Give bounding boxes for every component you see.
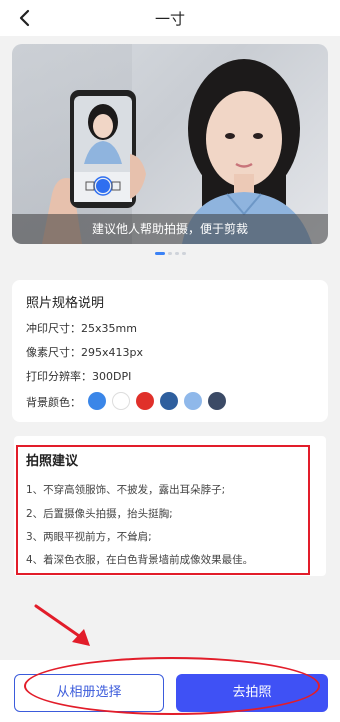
carousel-dot[interactable] <box>154 252 165 255</box>
carousel-dot[interactable] <box>167 252 172 255</box>
bg-color-swatch[interactable] <box>112 392 130 410</box>
banner-caption: 建议他人帮助拍摄，便于剪裁 <box>12 214 328 244</box>
carousel-indicator <box>0 252 340 258</box>
carousel-dot[interactable] <box>181 252 186 255</box>
tip-item: 1、不穿高领服饰、不披发，露出耳朵脖子; <box>26 484 226 496</box>
tip-item: 3、两眼平视前方，不耸肩; <box>26 531 152 543</box>
choose-from-album-button[interactable]: 从相册选择 <box>14 674 164 712</box>
bg-color-swatches <box>88 392 226 410</box>
pixel-size: 像素尺寸：295x413px <box>26 346 143 359</box>
bg-color-swatch[interactable] <box>136 392 154 410</box>
tip-item: 4、着深色衣服，在白色背景墙前成像效果最佳。 <box>26 554 254 566</box>
bg-color-swatch[interactable] <box>184 392 202 410</box>
tip-item: 2、后置摄像头拍摄，抬头挺胸; <box>26 508 173 520</box>
take-photo-button[interactable]: 去拍照 <box>176 674 328 712</box>
banner-carousel[interactable]: 建议他人帮助拍摄，便于剪裁 <box>12 44 328 244</box>
photo-spec-card: 照片规格说明 冲印尺寸：25x35mm 像素尺寸：295x413px 打印分辨率… <box>12 280 328 422</box>
carousel-dot[interactable] <box>174 252 179 255</box>
spec-title: 照片规格说明 <box>26 296 105 311</box>
top-bar: 一寸 <box>0 0 340 36</box>
annotation-arrow-icon <box>34 604 90 646</box>
bg-color-swatch[interactable] <box>208 392 226 410</box>
tips-title: 拍照建议 <box>26 454 79 469</box>
bg-color-swatch[interactable] <box>160 392 178 410</box>
bg-color-swatch[interactable] <box>88 392 106 410</box>
print-size: 冲印尺寸：25x35mm <box>26 322 137 335</box>
page-title: 一寸 <box>154 10 185 28</box>
bg-color-label: 背景颜色： <box>26 396 81 409</box>
print-dpi: 打印分辨率：300DPI <box>26 370 132 383</box>
